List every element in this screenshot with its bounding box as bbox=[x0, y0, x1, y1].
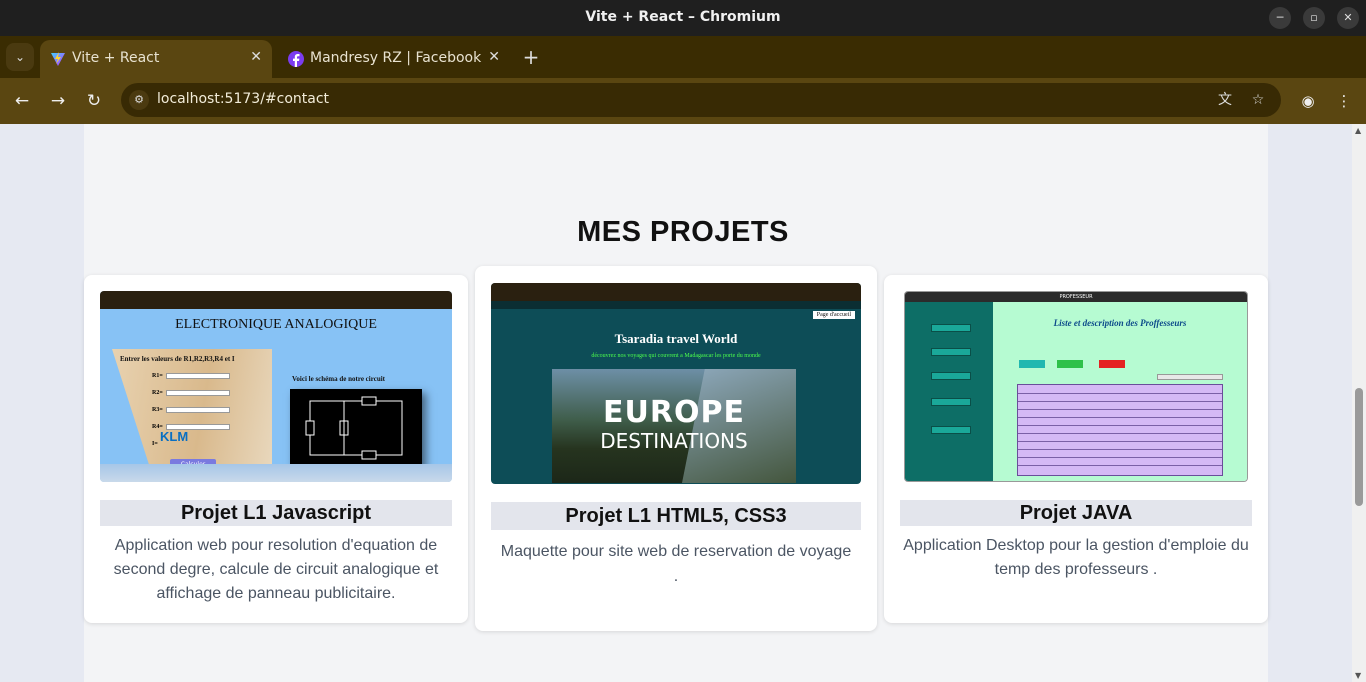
close-window-icon[interactable]: ✕ bbox=[1337, 7, 1359, 29]
back-arrow-icon[interactable]: ← bbox=[10, 89, 34, 113]
sky-background bbox=[100, 464, 452, 482]
browser-toolbar: ← → ↻ ⚙ localhost:5173/#contact 文 ☆ ◉ ⋮ bbox=[0, 78, 1366, 124]
thumbnail-main: Liste et description des Proffesseurs bbox=[993, 302, 1247, 481]
translate-icon[interactable]: 文 bbox=[1216, 91, 1234, 109]
project-description: Application Desktop pour la gestion d'em… bbox=[903, 537, 1249, 578]
circuit-icon bbox=[305, 396, 403, 460]
facebook-logo-icon bbox=[288, 51, 304, 67]
thumbnail-subheading: découvrez nos voyages qui couvrent a Mad… bbox=[591, 353, 761, 359]
project-thumbnail: ELECTRONIQUE ANALOGIQUE Entrer les valeu… bbox=[100, 291, 452, 482]
circuit-diagram bbox=[290, 389, 422, 467]
mountain-banner-image: EUROPE DESTINATIONS bbox=[552, 369, 796, 483]
new-tab-icon[interactable]: + bbox=[520, 45, 542, 69]
scroll-down-icon[interactable]: ▼ bbox=[1355, 671, 1361, 680]
thumbnail-table bbox=[1017, 384, 1223, 476]
forward-arrow-icon[interactable]: → bbox=[46, 89, 70, 113]
browser-menu-icon[interactable]: ⋮ bbox=[1333, 90, 1355, 112]
project-thumbnail: Page d'accueil Tsaradia travel World déc… bbox=[491, 283, 861, 484]
thumbnail-browser-bar bbox=[100, 291, 452, 309]
site-info-icon[interactable]: ⚙ bbox=[129, 90, 149, 110]
project-description: Maquette pour site web de reservation de… bbox=[500, 543, 852, 585]
profile-icon[interactable]: ◉ bbox=[1297, 90, 1319, 112]
reload-icon[interactable]: ↻ bbox=[82, 89, 106, 113]
tab-label: Mandresy RZ | Facebook bbox=[310, 50, 482, 66]
sidebar-button bbox=[931, 426, 971, 434]
url-text[interactable]: localhost:5173/#contact bbox=[157, 91, 329, 107]
thumbnail-browser-bar bbox=[491, 283, 861, 301]
thumbnail-action-button bbox=[1099, 360, 1125, 368]
page-viewport: MES PROJETS ELECTRONIQUE ANALOGIQUE Entr… bbox=[0, 124, 1366, 682]
project-title: Projet L1 HTML5, CSS3 bbox=[491, 502, 861, 530]
thumbnail-heading: ELECTRONIQUE ANALOGIQUE bbox=[175, 317, 377, 332]
thumbnail-sidebar bbox=[905, 302, 993, 481]
address-bar[interactable]: ⚙ localhost:5173/#contact 文 ☆ bbox=[121, 83, 1281, 117]
page-scrollbar[interactable]: ▲ ▼ bbox=[1352, 124, 1366, 682]
section-title: MES PROJETS bbox=[577, 216, 789, 248]
window-titlebar: Vite + React – Chromium ─ ▫ ✕ bbox=[0, 0, 1366, 36]
form-field bbox=[166, 390, 230, 396]
sidebar-button bbox=[931, 324, 971, 332]
thumbnail-action-button bbox=[1019, 360, 1045, 368]
project-card-java[interactable]: PROFESSEUR Liste et description des Prof… bbox=[884, 275, 1268, 623]
thumbnail-window-bar: PROFESSEUR bbox=[905, 292, 1247, 302]
form-label: R3= bbox=[152, 407, 163, 413]
project-card-javascript[interactable]: ELECTRONIQUE ANALOGIQUE Entrer les valeu… bbox=[84, 275, 468, 623]
thumbnail-heading: Tsaradia travel World bbox=[614, 331, 738, 346]
close-tab-icon[interactable]: ✕ bbox=[250, 49, 262, 65]
thumbnail-heading: Liste et description des Proffesseurs bbox=[1053, 318, 1187, 328]
form-field bbox=[166, 407, 230, 413]
form-label: R1= bbox=[152, 373, 163, 379]
project-card-html-css[interactable]: Page d'accueil Tsaradia travel World déc… bbox=[475, 266, 877, 631]
banner-subtitle: DESTINATIONS bbox=[600, 429, 748, 453]
sidebar-button bbox=[931, 372, 971, 380]
sidebar-button bbox=[931, 348, 971, 356]
klm-logo: KLM bbox=[160, 429, 189, 444]
tab-search-icon[interactable]: ⌄ bbox=[6, 43, 34, 71]
project-title: Projet JAVA bbox=[900, 500, 1252, 526]
form-field bbox=[166, 373, 230, 379]
vite-logo-icon bbox=[51, 52, 65, 66]
minimize-icon[interactable]: ─ bbox=[1269, 7, 1291, 29]
close-tab-icon[interactable]: ✕ bbox=[488, 49, 500, 65]
project-title: Projet L1 Javascript bbox=[100, 500, 452, 526]
project-thumbnail: PROFESSEUR Liste et description des Prof… bbox=[904, 291, 1248, 482]
banner-title: EUROPE bbox=[603, 395, 745, 430]
thumbnail-search-field bbox=[1157, 374, 1223, 380]
bookmark-star-icon[interactable]: ☆ bbox=[1249, 91, 1267, 109]
project-description: Application web pour resolution d'equati… bbox=[113, 537, 439, 602]
form-label: I= bbox=[152, 441, 158, 447]
thumbnail-nav-link: Page d'accueil bbox=[812, 311, 855, 319]
tab-label: Vite + React bbox=[72, 50, 160, 66]
window-title: Vite + React – Chromium bbox=[585, 9, 781, 25]
tab-facebook[interactable]: Mandresy RZ | Facebook ✕ bbox=[278, 40, 510, 78]
form-label: R2= bbox=[152, 390, 163, 396]
scrollbar-thumb[interactable] bbox=[1355, 388, 1363, 506]
maximize-icon[interactable]: ▫ bbox=[1303, 7, 1325, 29]
tab-strip: ⌄ Vite + React ✕ Mandresy RZ | Facebook … bbox=[0, 36, 1366, 78]
thumbnail-form-prompt: Entrer les valeurs de R1,R2,R3,R4 et I bbox=[120, 355, 235, 363]
thumbnail-nav bbox=[491, 301, 861, 309]
sidebar-button bbox=[931, 398, 971, 406]
tab-vite-react[interactable]: Vite + React ✕ bbox=[40, 40, 272, 78]
thumbnail-action-button bbox=[1057, 360, 1083, 368]
schema-label: Voici le schéma de notre circuit bbox=[292, 375, 385, 383]
scroll-up-icon[interactable]: ▲ bbox=[1355, 126, 1361, 135]
